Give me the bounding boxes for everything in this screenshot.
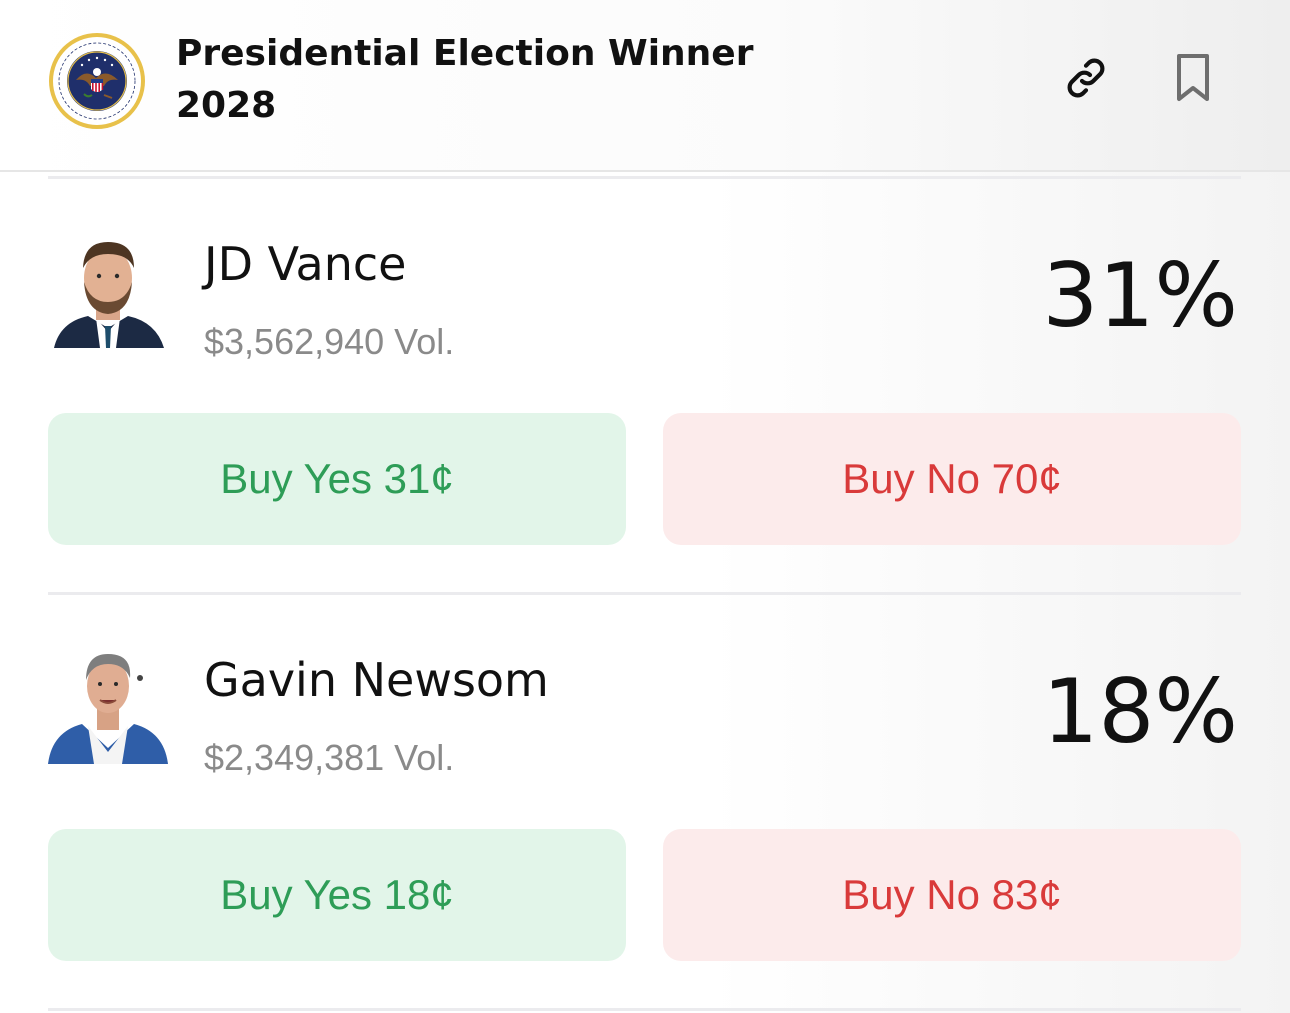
candidate-chance: 18% xyxy=(1042,660,1238,763)
candidate-name[interactable]: JD Vance xyxy=(204,234,406,294)
buy-no-button[interactable]: Buy No 83¢ xyxy=(663,829,1241,961)
presidential-seal-icon xyxy=(48,32,146,130)
buy-no-button[interactable]: Buy No 70¢ xyxy=(663,413,1241,545)
divider xyxy=(48,592,1241,595)
market-page: Presidential Election Winner 2028 JD Van… xyxy=(0,0,1290,1013)
divider xyxy=(48,1008,1241,1011)
divider xyxy=(48,176,1241,179)
avatar xyxy=(48,232,168,348)
buy-yes-button[interactable]: Buy Yes 31¢ xyxy=(48,413,626,545)
bookmark-button[interactable] xyxy=(1165,52,1221,108)
market-title-line-1: Presidential Election Winner xyxy=(176,33,754,74)
bookmark-icon xyxy=(1171,52,1215,109)
copy-link-button[interactable] xyxy=(1058,52,1114,108)
buy-yes-button[interactable]: Buy Yes 18¢ xyxy=(48,829,626,961)
avatar xyxy=(48,648,168,764)
link-icon xyxy=(1060,52,1112,109)
candidate-row: Gavin Newsom $2,349,381 Vol. 18% Buy Yes… xyxy=(0,648,1290,1013)
candidate-chance: 31% xyxy=(1042,244,1238,347)
market-title: Presidential Election Winner 2028 xyxy=(176,28,796,132)
market-title-line-2: 2028 xyxy=(176,85,277,126)
market-header: Presidential Election Winner 2028 xyxy=(0,0,1290,172)
candidate-row: JD Vance $3,562,940 Vol. 31% Buy Yes 31¢… xyxy=(0,232,1290,632)
candidate-volume: $2,349,381 Vol. xyxy=(204,737,455,778)
candidate-volume: $3,562,940 Vol. xyxy=(204,321,455,362)
candidate-name[interactable]: Gavin Newsom xyxy=(204,650,549,710)
